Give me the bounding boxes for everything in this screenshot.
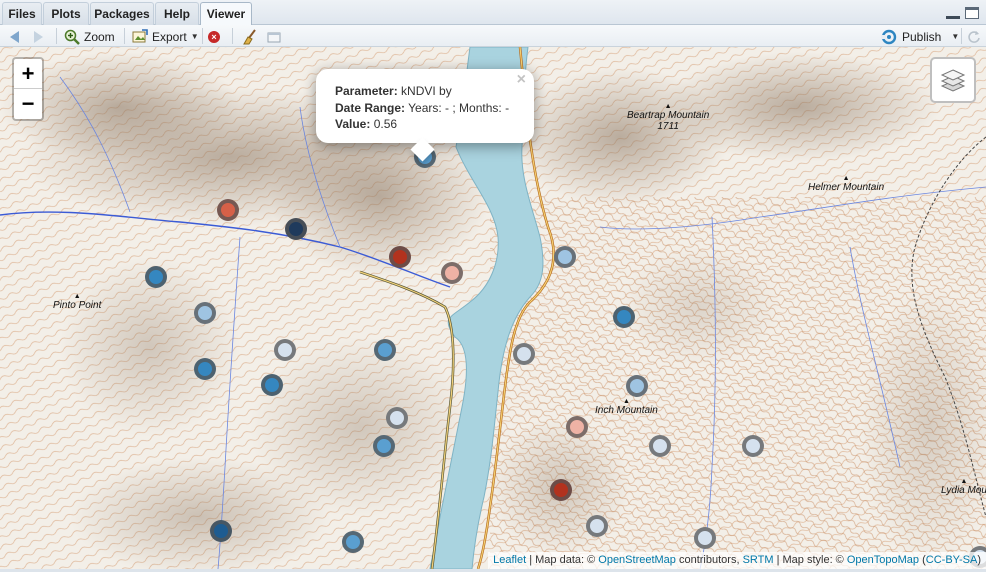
opentopomap-link[interactable]: OpenTopoMap: [847, 554, 919, 566]
tab-help[interactable]: Help: [155, 2, 199, 25]
place-label: ▲ Beartrap Mountain 1711: [627, 103, 710, 132]
forward-button[interactable]: [34, 28, 43, 45]
place-label: ▲ Pinto Point: [53, 293, 102, 311]
export-image-icon: [132, 28, 148, 42]
circle-marker[interactable]: [386, 407, 408, 429]
refresh-button[interactable]: [967, 28, 981, 45]
viewer-toolbar: Zoom Export ▼ × Publish ▼: [0, 25, 986, 47]
circle-marker[interactable]: [210, 520, 232, 542]
marker-popup: × Parameter: kNDVI by Date Range: Years:…: [316, 69, 534, 162]
date-range-label: Date Range:: [335, 100, 406, 115]
tab-files[interactable]: Files: [2, 2, 42, 25]
minimize-pane-icon[interactable]: [946, 13, 960, 19]
circle-marker[interactable]: [586, 515, 608, 537]
place-name: Helmer Mountain: [808, 182, 885, 193]
circle-marker[interactable]: [194, 302, 216, 324]
circle-marker[interactable]: [441, 262, 463, 284]
remove-icon: ×: [208, 30, 220, 43]
place-name: Beartrap Mountain: [627, 110, 710, 121]
broom-icon: [243, 28, 256, 44]
popup-close-button[interactable]: ×: [517, 71, 526, 89]
circle-marker[interactable]: [626, 375, 648, 397]
circle-marker[interactable]: [373, 435, 395, 457]
circle-marker[interactable]: [513, 343, 535, 365]
leaflet-link[interactable]: Leaflet: [493, 554, 526, 566]
refresh-icon: [968, 30, 980, 43]
circle-marker[interactable]: [261, 374, 283, 396]
back-button[interactable]: [10, 28, 19, 45]
place-name: Pinto Point: [53, 300, 102, 311]
zoom-in-button[interactable]: +: [14, 59, 42, 89]
layers-icon: [940, 69, 966, 92]
circle-marker[interactable]: [613, 306, 635, 328]
attribution-text: | Map style: ©: [773, 554, 847, 566]
license-link[interactable]: CC-BY-SA: [926, 554, 978, 566]
parameter-label: Parameter:: [335, 84, 398, 98]
date-range-value: Years: - ; Months: -: [408, 100, 510, 115]
place-name: Inch Mountain: [595, 405, 658, 416]
zoom-control: + −: [12, 57, 44, 121]
tab-viewer[interactable]: Viewer: [200, 2, 252, 26]
place-label: ▲ Lydia Mou: [941, 478, 986, 496]
value-text: 0.56: [373, 117, 398, 131]
circle-marker[interactable]: [374, 339, 396, 361]
circle-marker[interactable]: [554, 246, 576, 268]
srtm-link[interactable]: SRTM: [743, 554, 774, 566]
leaflet-map[interactable]: ▲ Beartrap Mountain 1711 ▲ Helmer Mountai…: [0, 47, 986, 569]
arrow-left-icon: [10, 30, 19, 43]
pane-tab-bar: Files Plots Packages Help Viewer: [0, 0, 986, 26]
layers-control-button[interactable]: [930, 57, 976, 103]
zoom-button[interactable]: Zoom: [64, 28, 115, 45]
export-button[interactable]: Export ▼: [132, 28, 199, 45]
arrow-right-icon: [34, 30, 43, 43]
value-label: Value:: [335, 117, 371, 131]
maximize-pane-icon[interactable]: [965, 7, 979, 19]
circle-marker[interactable]: [649, 435, 671, 457]
circle-marker[interactable]: [550, 479, 572, 501]
place-label: ▲ Helmer Mountain: [808, 175, 885, 193]
openstreetmap-link[interactable]: OpenStreetMap: [598, 554, 676, 566]
map-attribution: Leaflet | Map data: © OpenStreetMap cont…: [488, 552, 986, 569]
circle-marker[interactable]: [194, 358, 216, 380]
place-elevation: 1711: [657, 121, 679, 132]
circle-marker[interactable]: [742, 435, 764, 457]
attribution-text: contributors,: [675, 554, 743, 566]
place-label: ▲ Inch Mountain: [595, 398, 658, 416]
circle-marker[interactable]: [285, 218, 307, 240]
circle-marker[interactable]: [389, 246, 411, 268]
magnifier-plus-icon: [64, 29, 80, 45]
circle-marker[interactable]: [145, 266, 167, 288]
attribution-text: | Map data: ©: [526, 554, 599, 566]
chevron-down-icon: ▼: [951, 32, 960, 41]
publish-label: Publish: [902, 29, 942, 44]
circle-marker[interactable]: [217, 199, 239, 221]
clear-all-button[interactable]: [242, 28, 258, 45]
publish-button[interactable]: Publish ▼: [880, 28, 959, 45]
chevron-down-icon: ▼: [190, 32, 199, 41]
circle-marker[interactable]: [274, 339, 296, 361]
publish-icon: [881, 29, 897, 44]
circle-marker[interactable]: [694, 527, 716, 549]
place-name: Lydia Mou: [941, 485, 986, 496]
window-refresh-icon: [267, 32, 281, 42]
tab-packages[interactable]: Packages: [90, 2, 154, 25]
circle-marker[interactable]: [566, 416, 588, 438]
circle-marker[interactable]: [342, 531, 364, 553]
refresh-viewer-button[interactable]: [266, 28, 282, 45]
tab-plots[interactable]: Plots: [43, 2, 89, 25]
clear-viewer-button[interactable]: ×: [208, 28, 220, 45]
parameter-value: kNDVI by: [401, 84, 452, 98]
zoom-label: Zoom: [84, 29, 115, 44]
export-label: Export: [152, 29, 187, 44]
zoom-out-button[interactable]: −: [14, 89, 42, 119]
